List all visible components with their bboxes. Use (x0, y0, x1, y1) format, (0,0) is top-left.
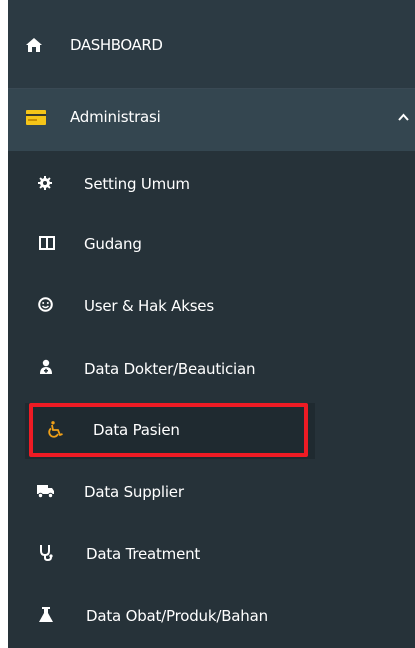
submenu-item-data-treatment[interactable]: Data Treatment (8, 528, 415, 580)
menu-item-dashboard[interactable]: DASHBOARD (8, 0, 415, 88)
menu-label-administrasi: Administrasi (70, 108, 161, 126)
menu-label-dashboard: DASHBOARD (70, 36, 163, 54)
submenu-item-data-dokter[interactable]: Data Dokter/Beautician (8, 342, 415, 394)
smiley-icon (38, 297, 53, 312)
submenu-item-setting-umum[interactable]: Setting Umum (8, 158, 415, 210)
home-icon (26, 38, 42, 52)
submenu-label: User & Hak Akses (84, 297, 214, 315)
submenu-item-data-obat[interactable]: Data Obat/Produk/Bahan (8, 590, 415, 642)
highlight-box (29, 403, 308, 457)
submenu-item-data-supplier[interactable]: Data Supplier (8, 466, 415, 518)
sidebar-menu: DASHBOARD Administrasi Setting Umum Guda… (8, 0, 415, 648)
submenu-label: Gudang (84, 235, 142, 253)
users-icon (40, 359, 52, 374)
columns-icon (39, 236, 55, 250)
truck-icon (37, 485, 54, 498)
submenu-label: Data Treatment (86, 545, 201, 563)
card-icon (26, 110, 46, 125)
submenu-label: Data Obat/Produk/Bahan (86, 607, 268, 625)
stethoscope-icon (40, 545, 53, 561)
submenu-label: Data Supplier (84, 483, 184, 501)
submenu-item-user-hak-akses[interactable]: User & Hak Akses (8, 280, 415, 332)
submenu-label: Setting Umum (84, 175, 190, 193)
flask-icon (39, 607, 53, 622)
gear-icon (38, 176, 52, 190)
submenu-label: Data Dokter/Beautician (84, 360, 256, 378)
menu-item-administrasi[interactable]: Administrasi (8, 89, 415, 151)
chevron-up-icon[interactable] (398, 113, 409, 121)
submenu-item-gudang[interactable]: Gudang (8, 218, 415, 270)
